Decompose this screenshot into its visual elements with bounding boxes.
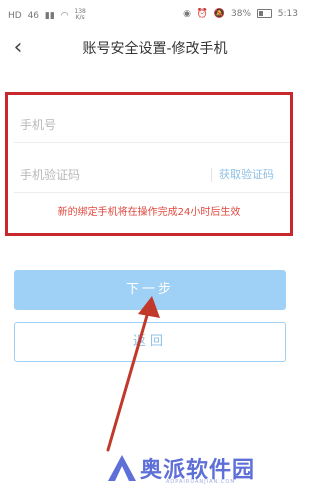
status-right: ◉ ⏰ 🔕 38% 5:13 (180, 9, 298, 19)
clock: 5:13 (277, 9, 298, 19)
battery-percent: 38% (231, 9, 252, 19)
eye-icon: ◉ (183, 9, 191, 19)
network-type: HD (8, 10, 22, 21)
net-speed: 138 K/s (74, 9, 88, 21)
highlight-box: 手机号 手机验证码 获取验证码 新的绑定手机将在操作完成24小时后生效 (5, 92, 293, 236)
wifi-icon: ◠ (60, 10, 69, 21)
watermark-sub: AOPAIRUANJIAN.COM (166, 479, 236, 485)
alarm-icon: ⏰ (196, 9, 209, 19)
get-code-button[interactable]: 获取验证码 (219, 165, 274, 185)
signal-label: 46 (27, 10, 40, 21)
status-left: HD 46 ▮▮ ◠ 138 K/s (8, 9, 92, 21)
battery-icon (256, 9, 272, 18)
phone-placeholder: 手机号 (20, 118, 57, 132)
code-placeholder: 手机验证码 (20, 168, 81, 182)
watermark-logo-icon (108, 455, 136, 481)
divider (14, 142, 290, 143)
notice-text: 新的绑定手机将在操作完成24小时后生效 (57, 207, 241, 218)
annotation-arrow (106, 296, 160, 452)
status-bar: HD 46 ▮▮ ◠ 138 K/s ◉ ⏰ 🔕 38% 5:13 (0, 0, 310, 30)
watermark: 奥派软件园 AOPAIRUANJIAN.COM (106, 452, 296, 486)
next-button[interactable]: 下一步 (14, 270, 286, 310)
net-speed-unit: K/s (75, 14, 85, 21)
page-title: 账号安全设置-修改手机 (82, 41, 228, 57)
divider (14, 192, 290, 193)
back-button[interactable]: 返回 (14, 322, 286, 362)
code-input[interactable]: 手机验证码 获取验证码 (20, 165, 288, 185)
mute-icon: 🔕 (213, 9, 226, 19)
divider (211, 168, 212, 182)
phone-input[interactable]: 手机号 (20, 115, 288, 135)
signal-icon: ▮▮ (44, 10, 55, 21)
nav-bar: ‹ 账号安全设置-修改手机 (0, 30, 310, 70)
